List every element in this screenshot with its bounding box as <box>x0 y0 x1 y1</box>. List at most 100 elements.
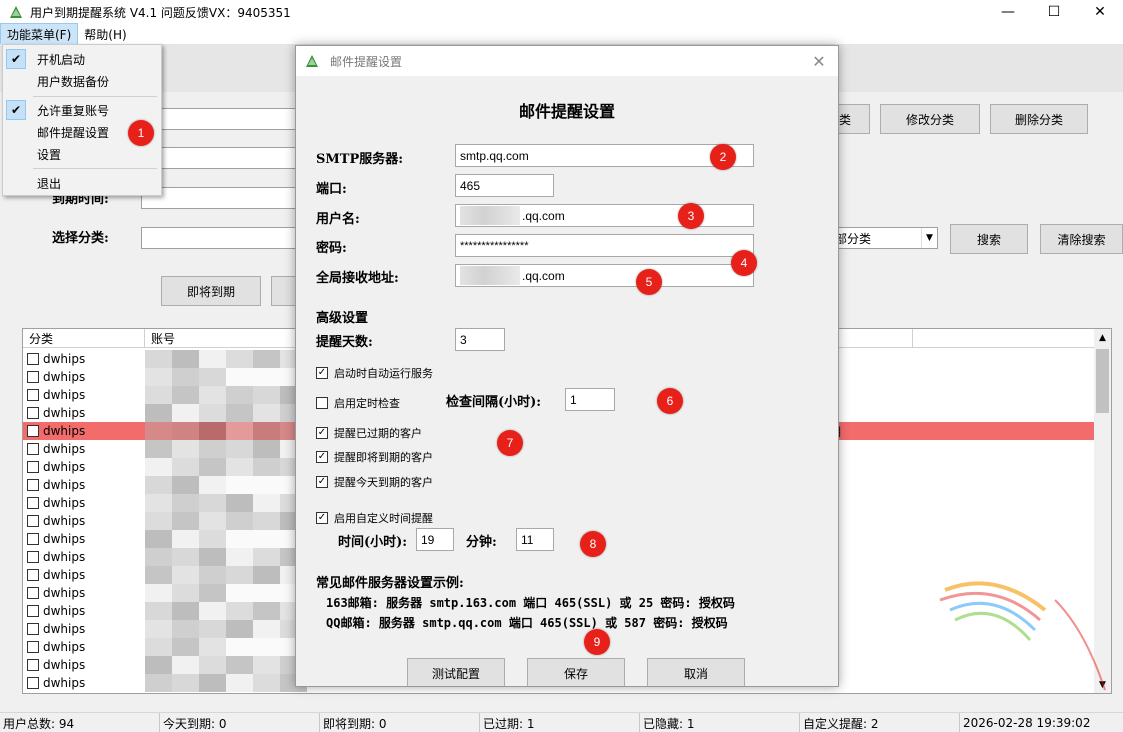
scroll-up-icon[interactable]: ▲ <box>1094 329 1111 346</box>
row-checkbox[interactable] <box>27 371 39 383</box>
checkbox-unchecked-icon[interactable] <box>316 397 328 409</box>
minimize-button[interactable]: — <box>985 0 1031 24</box>
row-checkbox[interactable] <box>27 569 39 581</box>
row-checkbox[interactable] <box>27 533 39 545</box>
menu-help[interactable]: 帮助(H) <box>78 24 132 45</box>
checkbox-checked-icon[interactable]: ✓ <box>316 476 328 488</box>
menu-item-allow-duplicate[interactable]: ✔ 允许重复账号 <box>3 99 161 121</box>
remind-soon-checkbox[interactable]: ✓ 提醒即将到期的客户 <box>316 449 433 465</box>
port-input[interactable]: 465 <box>455 174 554 197</box>
menu-item-backup[interactable]: 用户数据备份 <box>3 70 161 92</box>
row-checkbox[interactable] <box>27 623 39 635</box>
row-category-text: dwhips <box>43 406 86 420</box>
row-checkbox[interactable] <box>27 425 39 437</box>
redacted-block <box>199 350 226 368</box>
auto-run-checkbox[interactable]: ✓ 启动时自动运行服务 <box>316 365 433 381</box>
remind-days-input[interactable]: 3 <box>455 328 505 351</box>
redacted-block <box>145 476 172 494</box>
redacted-block <box>145 440 172 458</box>
grid-vertical-scrollbar[interactable]: ▲ ▼ <box>1094 329 1111 693</box>
redacted-block <box>199 602 226 620</box>
cancel-button[interactable]: 取消 <box>647 658 745 686</box>
status-total: 用户总数: 94 <box>0 713 160 732</box>
redacted-block <box>145 350 172 368</box>
row-checkbox[interactable] <box>27 551 39 563</box>
interval-label: 检查间隔(小时): <box>446 395 542 410</box>
checkbox-checked-icon[interactable]: ✓ <box>316 451 328 463</box>
delete-category-button[interactable]: 删除分类 <box>990 104 1088 134</box>
redacted-block <box>253 476 280 494</box>
soon-expire-button[interactable]: 即将到期 <box>161 276 261 306</box>
remind-today-checkbox[interactable]: ✓ 提醒今天到期的客户 <box>316 474 433 490</box>
combo-arrow-icon[interactable]: ▼ <box>921 228 937 248</box>
row-checkbox[interactable] <box>27 497 39 509</box>
row-category-text: dwhips <box>43 478 86 492</box>
category-input[interactable] <box>141 227 301 249</box>
dialog-close-icon[interactable]: ✕ <box>808 50 830 72</box>
redacted-block <box>172 530 199 548</box>
edit-category-button[interactable]: 修改分类 <box>880 104 980 134</box>
scroll-thumb[interactable] <box>1096 349 1109 413</box>
redacted-block <box>253 494 280 512</box>
redacted-block <box>253 512 280 530</box>
redacted-block <box>199 512 226 530</box>
redacted-block <box>226 458 253 476</box>
remind-expired-checkbox[interactable]: ✓ 提醒已过期的客户 <box>316 425 422 441</box>
row-category-cell: dwhips <box>23 424 143 438</box>
field-2[interactable] <box>141 147 301 169</box>
row-checkbox[interactable] <box>27 677 39 689</box>
row-category-text: dwhips <box>43 352 86 366</box>
menu-item-autostart[interactable]: ✔ 开机启动 <box>3 48 161 70</box>
redacted-block <box>145 494 172 512</box>
menu-item-label: 邮件提醒设置 <box>37 125 110 140</box>
custom-time-checkbox[interactable]: ✓ 启用自定义时间提醒 <box>316 510 433 526</box>
receive-address-input[interactable]: .qq.com <box>455 264 754 287</box>
search-button[interactable]: 搜索 <box>950 224 1028 254</box>
row-checkbox[interactable] <box>27 515 39 527</box>
close-button[interactable]: ✕ <box>1077 0 1123 24</box>
test-config-button[interactable]: 测试配置 <box>407 658 505 686</box>
interval-input[interactable]: 1 <box>565 388 615 411</box>
row-checkbox[interactable] <box>27 353 39 365</box>
checkbox-checked-icon[interactable]: ✓ <box>316 367 328 379</box>
category-combo[interactable]: 部分类 ▼ <box>830 227 938 249</box>
maximize-button[interactable]: ☐ <box>1031 0 1077 24</box>
expire-time-input[interactable] <box>141 187 301 209</box>
hour-input[interactable]: 19 <box>416 528 454 551</box>
redacted-block <box>253 620 280 638</box>
checkbox-checked-icon[interactable]: ✓ <box>316 427 328 439</box>
redacted-block <box>199 566 226 584</box>
redacted-block <box>199 422 226 440</box>
row-checkbox[interactable] <box>27 479 39 491</box>
header-category[interactable]: 分类 <box>23 329 145 348</box>
status-hidden: 已隐藏: 1 <box>640 713 800 732</box>
dialog-title: 邮件提醒设置 <box>330 54 403 69</box>
row-checkbox[interactable] <box>27 461 39 473</box>
timer-check-checkbox[interactable]: 启用定时检查 <box>316 395 400 411</box>
field-1[interactable] <box>141 108 301 130</box>
row-checkbox[interactable] <box>27 407 39 419</box>
example-qq: QQ邮箱: 服务器 smtp.qq.com 端口 465(SSL) 或 587 … <box>326 616 728 630</box>
row-category-text: dwhips <box>43 370 86 384</box>
row-checkbox[interactable] <box>27 605 39 617</box>
scroll-down-icon[interactable]: ▼ <box>1094 676 1111 693</box>
row-checkbox[interactable] <box>27 659 39 671</box>
checkbox-checked-icon[interactable]: ✓ <box>316 512 328 524</box>
row-category-text: dwhips <box>43 658 86 672</box>
row-checkbox[interactable] <box>27 641 39 653</box>
username-input[interactable]: .qq.com <box>455 204 754 227</box>
menu-item-settings[interactable]: 设置 <box>3 143 161 165</box>
row-checkbox[interactable] <box>27 389 39 401</box>
redacted-block <box>145 638 172 656</box>
redacted-block <box>226 476 253 494</box>
minute-input[interactable]: 11 <box>516 528 554 551</box>
clear-search-button[interactable]: 清除搜索 <box>1040 224 1123 254</box>
row-checkbox[interactable] <box>27 587 39 599</box>
save-button[interactable]: 保存 <box>527 658 625 686</box>
row-checkbox[interactable] <box>27 443 39 455</box>
row-category-cell: dwhips <box>23 370 143 384</box>
password-input[interactable]: **************** <box>455 234 754 257</box>
menu-function[interactable]: 功能菜单(F) <box>0 22 79 46</box>
menu-item-exit[interactable]: 退出 <box>3 172 161 194</box>
redacted-block <box>172 494 199 512</box>
